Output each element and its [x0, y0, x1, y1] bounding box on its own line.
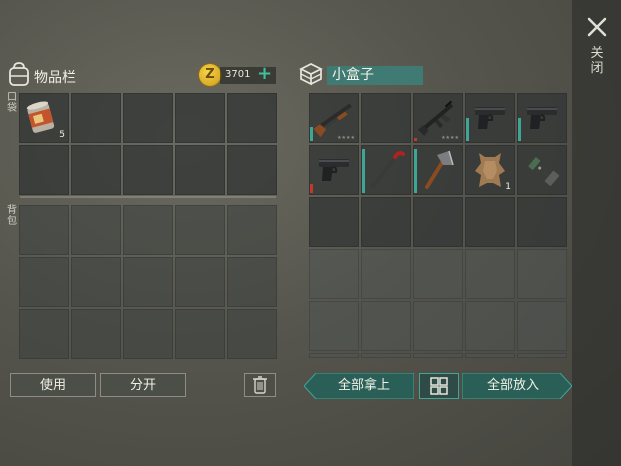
item-count: 5	[59, 130, 65, 140]
backpack-slot[interactable]	[19, 205, 69, 255]
rarity-stars: ★★★★	[441, 135, 459, 141]
backpack-slot[interactable]	[19, 257, 69, 307]
coin-icon: Z	[199, 64, 221, 86]
backpack-slot[interactable]	[227, 257, 277, 307]
container-slot-locked[interactable]	[465, 249, 515, 299]
container-slot[interactable]	[517, 93, 567, 143]
durability-bar	[518, 118, 521, 141]
container-slot[interactable]	[465, 93, 515, 143]
backpack-slot[interactable]	[71, 257, 121, 307]
container-slot[interactable]	[465, 197, 515, 247]
backpack-slot[interactable]	[175, 205, 225, 255]
trash-button[interactable]	[244, 373, 276, 397]
backpack-label: 背包	[7, 205, 17, 227]
container-grid: ★★★★ ★★★★ 1	[309, 93, 567, 358]
pocket-slot[interactable]	[71, 93, 121, 143]
container-slot[interactable]: ★★★★	[309, 93, 359, 143]
box-icon	[298, 62, 324, 90]
container-slot[interactable]: 1	[465, 145, 515, 195]
layout-toggle-button[interactable]	[419, 373, 459, 399]
container-name-field[interactable]: 小盒子	[327, 66, 423, 85]
pocket-slot[interactable]	[123, 93, 173, 143]
durability-bar	[414, 138, 417, 141]
container-slot-locked[interactable]	[413, 353, 463, 358]
durability-bar	[466, 118, 469, 141]
pocket-slot[interactable]	[123, 145, 173, 195]
container-slot-locked[interactable]	[517, 353, 567, 358]
durability-bar	[362, 149, 365, 193]
container-slot[interactable]: ★★★★	[413, 93, 463, 143]
put-all-button[interactable]: 全部放入	[462, 373, 572, 399]
put-all-label: 全部放入	[486, 378, 539, 393]
container-slot[interactable]	[413, 145, 463, 195]
backpack-slot[interactable]	[19, 309, 69, 359]
durability-bar	[310, 127, 313, 141]
close-label[interactable]: 关闭	[588, 46, 606, 76]
container-slot-locked[interactable]	[361, 301, 411, 351]
backpack-icon	[8, 62, 30, 90]
pocket-slot[interactable]	[71, 145, 121, 195]
container-slot-locked[interactable]	[517, 249, 567, 299]
backpack-slot[interactable]	[123, 309, 173, 359]
container-slot[interactable]	[517, 145, 567, 195]
container-slot-locked[interactable]	[309, 353, 359, 358]
container-slot[interactable]	[361, 197, 411, 247]
use-button[interactable]: 使用	[10, 373, 96, 397]
take-all-label: 全部拿上	[337, 378, 390, 393]
backpack-slot[interactable]	[175, 309, 225, 359]
container-slot[interactable]	[361, 145, 411, 195]
container-slot-locked[interactable]	[309, 301, 359, 351]
pocket-slot[interactable]	[227, 145, 277, 195]
backpack-slot[interactable]	[227, 309, 277, 359]
backpack-slot[interactable]	[71, 309, 121, 359]
inventory-title: 物品栏	[34, 70, 76, 86]
container-slot-locked[interactable]	[465, 353, 515, 358]
pocket-slot[interactable]	[227, 93, 277, 143]
container-slot-locked[interactable]	[309, 249, 359, 299]
container-slot-locked[interactable]	[517, 301, 567, 351]
backpack-slot[interactable]	[227, 205, 277, 255]
pocket-slot[interactable]	[175, 93, 225, 143]
coin-count: 3701	[225, 69, 251, 80]
backpack-slot[interactable]	[71, 205, 121, 255]
container-slot-locked[interactable]	[413, 249, 463, 299]
take-all-button[interactable]: 全部拿上	[304, 373, 414, 399]
container-slot-locked[interactable]	[465, 301, 515, 351]
split-button[interactable]: 分开	[100, 373, 186, 397]
item-count: 1	[505, 182, 511, 192]
add-coins-button[interactable]: +	[257, 65, 272, 83]
container-slot[interactable]	[517, 197, 567, 247]
pocket-label: 口袋	[7, 92, 17, 114]
close-icon[interactable]	[584, 14, 610, 40]
backpack-slot[interactable]	[175, 257, 225, 307]
durability-bar	[414, 149, 417, 193]
container-slot-locked[interactable]	[413, 301, 463, 351]
container-slot[interactable]	[309, 145, 359, 195]
container-slot[interactable]	[361, 93, 411, 143]
container-slot[interactable]	[309, 197, 359, 247]
trash-icon	[253, 376, 267, 394]
container-slot-locked[interactable]	[361, 249, 411, 299]
rarity-stars: ★★★★	[337, 135, 355, 141]
backpack-slot[interactable]	[123, 257, 173, 307]
container-slot[interactable]	[413, 197, 463, 247]
pocket-slot[interactable]	[175, 145, 225, 195]
pocket-slot[interactable]: 5	[19, 93, 69, 143]
backpack-slot[interactable]	[123, 205, 173, 255]
container-slot-locked[interactable]	[361, 353, 411, 358]
divider	[20, 196, 276, 198]
grid-layout-icon	[430, 377, 448, 395]
pocket-grid: 5	[19, 93, 277, 195]
durability-bar	[310, 184, 313, 193]
backpack-grid	[19, 205, 277, 359]
pocket-slot[interactable]	[19, 145, 69, 195]
